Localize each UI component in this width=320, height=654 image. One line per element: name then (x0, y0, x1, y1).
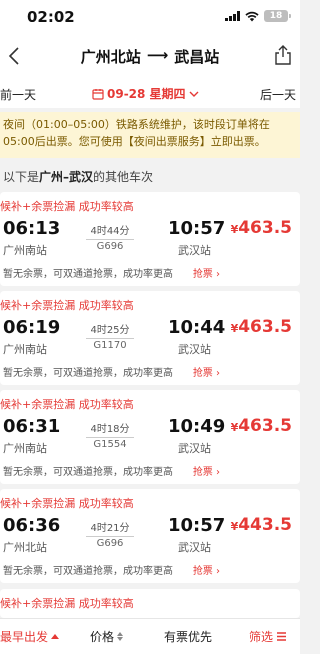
back-arrow-icon[interactable] (4, 44, 26, 68)
arrival-time: 10:44 (168, 317, 226, 338)
train-tag: 候补+余票捡漏 成功率较高 (0, 497, 134, 510)
wifi-icon (245, 11, 259, 21)
prev-day-button[interactable]: 前一天 (0, 86, 36, 103)
departure-station: 广州南站 (3, 244, 47, 257)
has-ticket-first-button[interactable]: 有票优先 (164, 628, 212, 645)
seat-note: 暂无余票，可双通道抢票，成功率更高 (3, 368, 173, 379)
sort-price-label: 价格 (90, 630, 115, 644)
section-title-prefix: 以下是 (3, 170, 40, 184)
price: ¥463.5 (231, 416, 292, 436)
grab-ticket-button[interactable]: 抢票 › (193, 562, 220, 577)
seat-note: 暂无余票，可双通道抢票，成功率更高 (3, 269, 173, 280)
departure-time: 06:19 (3, 317, 61, 338)
train-number[interactable]: G696 (86, 538, 134, 549)
filter-menu-icon (277, 632, 287, 641)
arrival-station: 武汉站 (178, 343, 211, 356)
sort-earliest-label: 最早出发 (0, 630, 49, 644)
departure-station: 广州南站 (3, 343, 47, 356)
duration: 4时18分 (86, 420, 134, 438)
calendar-icon (92, 88, 104, 100)
arrival-time: 10:57 (168, 218, 226, 239)
from-station: 广州北站 (80, 48, 141, 66)
date-picker[interactable]: 09-28 星期四 (92, 85, 199, 102)
status-time: 02:02 (27, 8, 75, 26)
departure-time: 06:31 (3, 416, 61, 437)
train-card[interactable]: 候补+余票捡漏 成功率较高 06:19 4时25分 10:44 ¥463.5 广… (0, 291, 300, 385)
sort-earliest-button[interactable]: 最早出发 (0, 628, 60, 645)
section-title-route: 广州–武汉 (39, 170, 94, 184)
seat-note: 暂无余票，可双通道抢票，成功率更高 (3, 566, 173, 577)
duration: 4时25分 (86, 321, 134, 339)
grab-ticket-button[interactable]: 抢票 › (193, 463, 220, 478)
train-number[interactable]: G696 (86, 241, 134, 252)
departure-time: 06:13 (3, 218, 61, 239)
price-value: 443.5 (238, 515, 292, 535)
sort-asc-icon (51, 634, 60, 639)
section-title: 以下是广州–武汉的其他车次 (3, 168, 153, 185)
next-day-button[interactable]: 后一天 (260, 86, 296, 103)
selected-date: 09-28 星期四 (107, 87, 186, 101)
arrival-time: 10:49 (168, 416, 226, 437)
price-value: 463.5 (238, 317, 292, 337)
train-card[interactable]: 候补+余票捡漏 成功率较高 06:31 4时18分 10:49 ¥463.5 广… (0, 390, 300, 484)
status-icons: 18 (225, 10, 291, 22)
train-tag: 候补+余票捡漏 成功率较高 (0, 200, 134, 213)
duration: 4时44分 (86, 222, 134, 240)
train-tag: 候补+余票捡漏 成功率较高 (0, 597, 134, 610)
price-value: 463.5 (238, 218, 292, 238)
chevron-down-icon (189, 91, 199, 97)
to-station: 武昌站 (174, 48, 220, 66)
price: ¥463.5 (231, 218, 292, 238)
page-title: 广州北站 ⟶ 武昌站 (0, 46, 300, 67)
filter-button[interactable]: 筛选 (249, 628, 287, 645)
train-number[interactable]: G1170 (86, 340, 134, 351)
nav-bar: 广州北站 ⟶ 武昌站 (0, 34, 300, 78)
seat-note: 暂无余票，可双通道抢票，成功率更高 (3, 467, 173, 478)
share-icon[interactable] (272, 43, 294, 67)
date-bar: 前一天 09-28 星期四 后一天 (0, 78, 300, 108)
train-card-partial[interactable]: 候补+余票捡漏 成功率较高 (0, 589, 300, 618)
duration: 4时21分 (86, 519, 134, 537)
train-number[interactable]: G1554 (86, 439, 134, 450)
departure-station: 广州南站 (3, 442, 47, 455)
has-ticket-first-label: 有票优先 (164, 630, 213, 644)
filter-label: 筛选 (249, 630, 274, 644)
status-bar: 02:02 18 (0, 0, 300, 34)
signal-icon (225, 11, 240, 21)
departure-time: 06:36 (3, 515, 61, 536)
price-value: 463.5 (238, 416, 292, 436)
arrival-station: 武汉站 (178, 244, 211, 257)
train-card[interactable]: 候补+余票捡漏 成功率较高 06:36 4时21分 10:57 ¥443.5 广… (0, 489, 300, 583)
price: ¥443.5 (231, 515, 292, 535)
sort-filter-bar: 最早出发 价格 有票优先 筛选 (0, 618, 300, 654)
train-tag: 候补+余票捡漏 成功率较高 (0, 299, 134, 312)
arrival-station: 武汉站 (178, 541, 211, 554)
arrival-station: 武汉站 (178, 442, 211, 455)
arrival-time: 10:57 (168, 515, 226, 536)
route-arrow-icon: ⟶ (146, 46, 169, 64)
price: ¥463.5 (231, 317, 292, 337)
train-card[interactable]: 候补+余票捡漏 成功率较高 06:13 4时44分 10:57 ¥463.5 广… (0, 192, 300, 286)
sort-toggle-icon (117, 632, 124, 641)
maintenance-notice[interactable]: 夜间（01:00–05:00）铁路系统维护，该时段订单将在05:00后出票。您可… (0, 112, 300, 158)
train-tag: 候补+余票捡漏 成功率较高 (0, 398, 134, 411)
departure-station: 广州北站 (3, 541, 47, 554)
section-title-suffix: 的其他车次 (93, 170, 154, 184)
sort-price-button[interactable]: 价格 (90, 628, 124, 645)
grab-ticket-button[interactable]: 抢票 › (193, 265, 220, 280)
grab-ticket-button[interactable]: 抢票 › (193, 364, 220, 379)
battery-icon: 18 (264, 10, 291, 22)
